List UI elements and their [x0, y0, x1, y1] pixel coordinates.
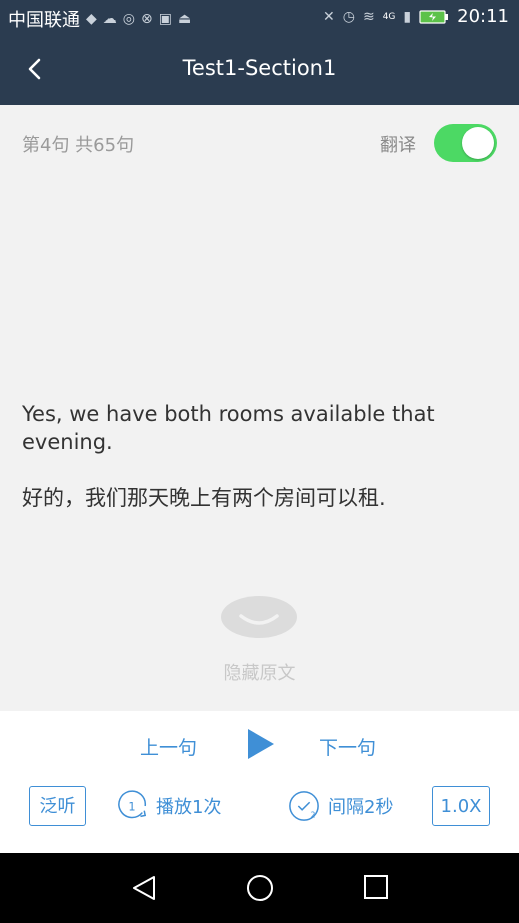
status-left: 中国联通 ◆ ☁ ◎ ⊗ ▣ ⏏	[8, 6, 191, 32]
alarm-icon: ◷	[342, 8, 355, 25]
play-icon[interactable]	[248, 729, 274, 759]
clock-label: 20:11	[457, 6, 509, 27]
extensive-listening-button[interactable]: 泛听	[29, 786, 86, 826]
page-title: Test1-Section1	[182, 56, 337, 80]
weather-icon: ☁	[102, 11, 117, 27]
navigation-bar	[0, 853, 519, 923]
nav-home-icon[interactable]	[245, 873, 275, 903]
signal-icon: ▮	[403, 8, 412, 25]
status-right: ✕ ◷ ≋ 4G ▮ 20:11	[323, 6, 509, 27]
status-bar: 中国联通 ◆ ☁ ◎ ⊗ ▣ ⏏ ✕ ◷ ≋ 4G ▮ 20:11	[0, 0, 519, 36]
location-icon: ◎	[122, 11, 135, 27]
previous-sentence-button[interactable]: 上一句	[140, 733, 197, 760]
app-notification-icon: ◆	[86, 11, 97, 27]
playback-controls: 上一句 下一句 泛听 1 播放1次 2 间隔2秒 1.0X	[0, 711, 519, 853]
interval-option[interactable]: 2 间隔2秒	[288, 789, 393, 823]
network-type-label: 4G	[382, 11, 396, 22]
interval-check-icon: 2	[289, 791, 319, 821]
toggle-knob	[462, 127, 494, 159]
image-icon: ▣	[158, 11, 172, 27]
play-once-label: 播放1次	[156, 797, 222, 818]
wifi-icon: ≋	[362, 8, 375, 25]
sync-icon: ⊗	[141, 11, 153, 27]
next-sentence-button[interactable]: 下一句	[319, 733, 376, 760]
repeat-count-digit: 1	[128, 801, 135, 814]
speed-button[interactable]: 1.0X	[432, 786, 490, 826]
repeat-count-icon: 1	[118, 790, 147, 819]
hide-original-label[interactable]: 隐藏原文	[0, 659, 519, 685]
app-bar: Test1-Section1	[0, 36, 519, 105]
translate-label: 翻译	[380, 135, 416, 156]
chinese-translation: 好的，我们那天晚上有两个房间可以租.	[22, 486, 386, 510]
battery-icon	[419, 9, 449, 24]
english-sentence: Yes, we have both rooms available that e…	[22, 402, 435, 454]
translate-toggle[interactable]	[434, 124, 497, 162]
interval-digit: 2	[311, 810, 316, 819]
nav-recent-apps-icon[interactable]	[362, 873, 390, 901]
hide-eye-icon[interactable]	[221, 596, 297, 638]
nav-back-icon[interactable]	[130, 873, 160, 903]
carrier-label: 中国联通	[8, 10, 80, 31]
mute-icon: ✕	[323, 8, 335, 25]
play-once-option[interactable]: 1 播放1次	[116, 789, 221, 823]
interval-label: 间隔2秒	[328, 797, 394, 818]
usb-icon: ⏏	[177, 11, 192, 27]
sentence-counter: 第4句 共65句	[22, 135, 135, 156]
